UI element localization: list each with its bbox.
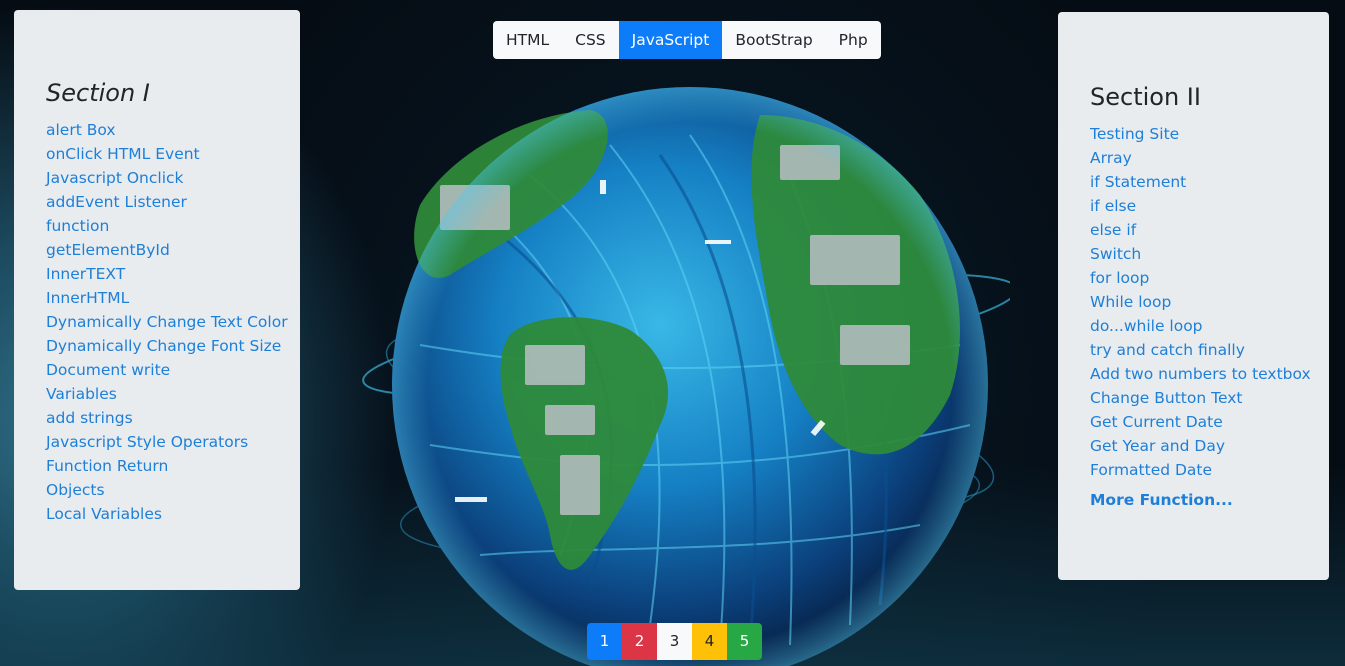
section-two-panel: Section II Testing Site Array if Statement…	[1058, 12, 1329, 580]
link-local-variables[interactable]: Local Variables	[46, 502, 300, 526]
page-button-2[interactable]: 2	[622, 623, 657, 660]
link-for-loop[interactable]: for loop	[1090, 266, 1329, 290]
link-alert-box[interactable]: alert Box	[46, 118, 300, 142]
link-javascript-style-operators[interactable]: Javascript Style Operators	[46, 430, 300, 454]
link-try-and-catch-finally[interactable]: try and catch finally	[1090, 338, 1329, 362]
link-add-strings[interactable]: add strings	[46, 406, 300, 430]
link-dynamically-change-font-size[interactable]: Dynamically Change Font Size	[46, 334, 300, 358]
link-getelementbyid[interactable]: getElementById	[46, 238, 300, 262]
link-switch[interactable]: Switch	[1090, 242, 1329, 266]
link-javascript-onclick[interactable]: Javascript Onclick	[46, 166, 300, 190]
tab-bootstrap[interactable]: BootStrap	[722, 21, 825, 59]
link-if-statement[interactable]: if Statement	[1090, 170, 1329, 194]
tab-css[interactable]: CSS	[562, 21, 619, 59]
link-innerhtml[interactable]: InnerHTML	[46, 286, 300, 310]
link-do-while-loop[interactable]: do...while loop	[1090, 314, 1329, 338]
section-one-title: Section I	[46, 79, 150, 107]
link-dynamically-change-text-color[interactable]: Dynamically Change Text Color	[46, 310, 300, 334]
page-button-5[interactable]: 5	[727, 623, 762, 660]
page-button-1[interactable]: 1	[587, 623, 622, 660]
link-array[interactable]: Array	[1090, 146, 1329, 170]
link-get-current-date[interactable]: Get Current Date	[1090, 410, 1329, 434]
section-one-link-list: alert Box onClick HTML Event Javascript On…	[46, 118, 300, 526]
section-two-title: Section II	[1090, 83, 1201, 111]
link-get-year-and-day[interactable]: Get Year and Day	[1090, 434, 1329, 458]
page-button-4[interactable]: 4	[692, 623, 727, 660]
tab-javascript[interactable]: JavaScript	[618, 21, 723, 59]
link-innertext[interactable]: InnerTEXT	[46, 262, 300, 286]
link-function-return[interactable]: Function Return	[46, 454, 300, 478]
link-if-else[interactable]: if else	[1090, 194, 1329, 218]
pagination: 12345	[587, 623, 762, 660]
link-else-if[interactable]: else if	[1090, 218, 1329, 242]
more-function-link[interactable]: More Function...	[1090, 488, 1329, 512]
link-testing-site[interactable]: Testing Site	[1090, 122, 1329, 146]
language-tab-bar: HTML CSS JavaScript BootStrap Php	[493, 21, 881, 59]
tab-php[interactable]: Php	[826, 21, 881, 59]
link-change-button-text[interactable]: Change Button Text	[1090, 386, 1329, 410]
link-formatted-date[interactable]: Formatted Date	[1090, 458, 1329, 482]
link-while-loop[interactable]: While loop	[1090, 290, 1329, 314]
link-addevent-listener[interactable]: addEvent Listener	[46, 190, 300, 214]
section-two-link-list: Testing Site Array if Statement if else else…	[1090, 122, 1329, 482]
tab-html[interactable]: HTML	[493, 21, 562, 59]
page-button-3[interactable]: 3	[657, 623, 692, 660]
link-add-two-numbers-to-textbox[interactable]: Add two numbers to textbox	[1090, 362, 1329, 386]
globe-illustration	[360, 85, 1010, 666]
link-document-write[interactable]: Document write	[46, 358, 300, 382]
section-one-panel: Section I alert Box onClick HTML Event Jav…	[14, 10, 300, 590]
link-function[interactable]: function	[46, 214, 300, 238]
link-onclick-html-event[interactable]: onClick HTML Event	[46, 142, 300, 166]
link-objects[interactable]: Objects	[46, 478, 300, 502]
link-variables[interactable]: Variables	[46, 382, 300, 406]
